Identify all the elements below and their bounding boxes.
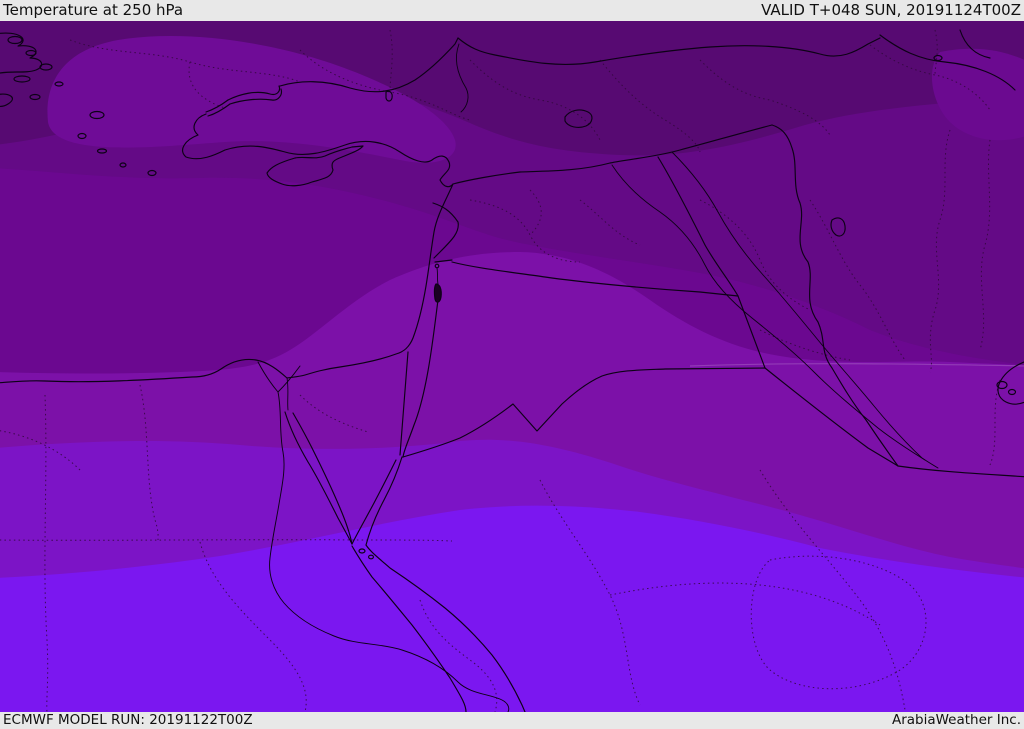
title-bar: Temperature at 250 hPa VALID T+048 SUN, … [0, 0, 1024, 21]
model-run-label: ECMWF MODEL RUN: 20191122T00Z [3, 711, 253, 728]
footer-bar: ECMWF MODEL RUN: 20191122T00Z ArabiaWeat… [0, 712, 1024, 729]
weather-map [0, 21, 1024, 712]
dead-sea [433, 283, 442, 303]
temperature-bands-layer [0, 21, 1024, 712]
temperature-map-svg [0, 21, 1024, 712]
map-title: Temperature at 250 hPa [3, 1, 184, 19]
valid-time-label: VALID T+048 SUN, 20191124T00Z [761, 1, 1021, 19]
provider-credit: ArabiaWeather Inc. [891, 711, 1021, 728]
